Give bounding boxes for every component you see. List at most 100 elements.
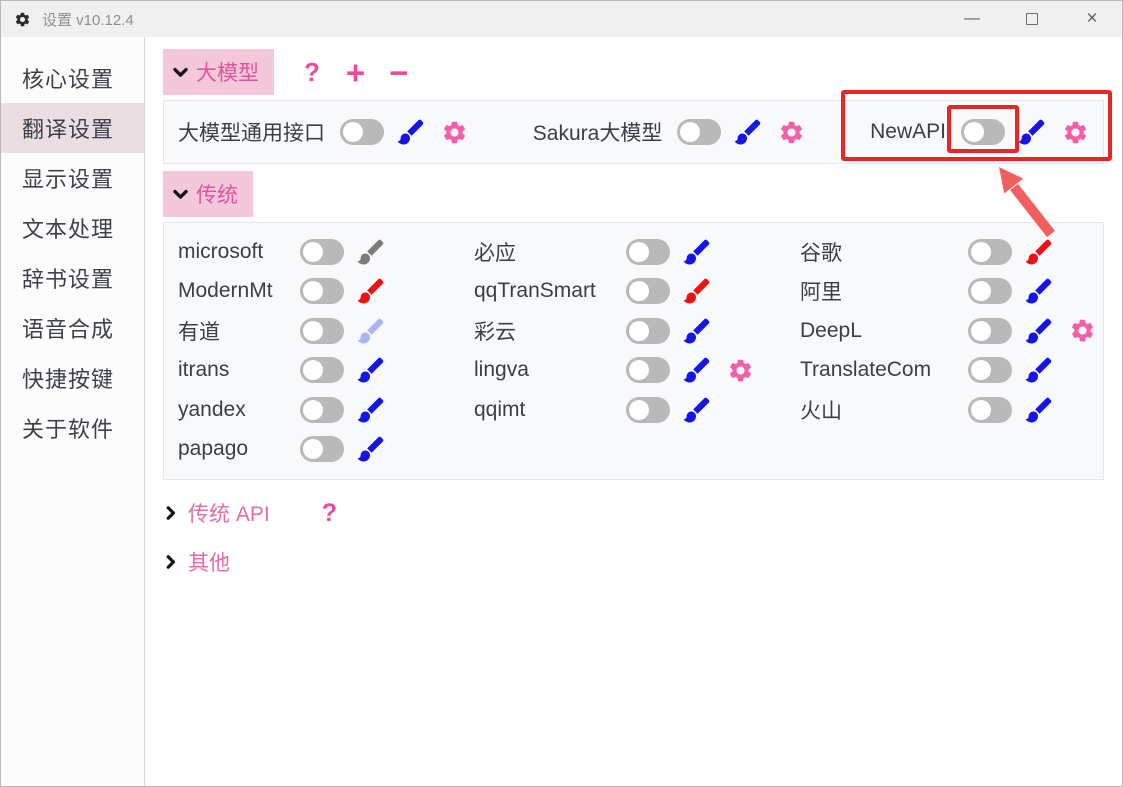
brush-icon[interactable] <box>682 395 712 425</box>
service-row-caiyun: 彩云 <box>474 311 800 351</box>
toggle-knob <box>629 321 649 341</box>
service-label: 必应 <box>474 237 626 267</box>
chevron-down-icon <box>172 64 189 81</box>
toggle-switch[interactable] <box>968 357 1012 383</box>
llm-add-icon[interactable]: + <box>346 56 365 89</box>
toggle-knob <box>303 321 323 341</box>
brush-icon[interactable] <box>1017 117 1047 147</box>
service-row-modernmt: ModernMt <box>178 272 474 312</box>
sidebar-item-display-settings[interactable]: 显示设置 <box>1 153 144 203</box>
service-row-yandex: yandex <box>178 390 474 430</box>
traditional-column-1: microsoft ModernMt 有道 <box>178 232 474 469</box>
newapi-toggle-switch[interactable] <box>961 119 1005 145</box>
service-label: papago <box>178 437 300 461</box>
maximize-button[interactable] <box>1002 1 1062 37</box>
brush-icon[interactable] <box>1024 316 1054 346</box>
service-label: qqimt <box>474 398 626 422</box>
toggle-switch[interactable] <box>300 357 344 383</box>
traditional-api-section-label: 传统 API <box>188 498 270 528</box>
brush-icon[interactable] <box>356 237 386 267</box>
settings-window: 设置 v10.12.4 — × 核心设置 翻译设置 显示设置 文本处理 辞书设置… <box>0 0 1123 787</box>
toggle-switch[interactable] <box>300 397 344 423</box>
window-title: 设置 v10.12.4 <box>42 9 134 30</box>
service-label: TranslateCom <box>800 358 968 382</box>
brush-icon[interactable] <box>1024 276 1054 306</box>
service-label: itrans <box>178 358 300 382</box>
service-label: 谷歌 <box>800 237 968 267</box>
brush-icon[interactable] <box>682 316 712 346</box>
traditional-section-label: 传统 <box>196 179 238 209</box>
toggle-knob <box>303 400 323 420</box>
toggle-switch[interactable] <box>968 239 1012 265</box>
brush-icon[interactable] <box>356 355 386 385</box>
toggle-switch[interactable] <box>968 318 1012 344</box>
gear-icon[interactable] <box>727 357 754 384</box>
gear-icon[interactable] <box>1062 119 1089 146</box>
brush-icon[interactable] <box>682 237 712 267</box>
llm-help-icon[interactable]: ? <box>304 59 320 85</box>
service-label: 彩云 <box>474 316 626 346</box>
brush-icon[interactable] <box>682 276 712 306</box>
llm-remove-icon[interactable]: − <box>389 56 408 89</box>
gear-icon[interactable] <box>778 119 805 146</box>
minimize-button[interactable]: — <box>942 1 1002 37</box>
traditional-api-help-icon[interactable]: ? <box>322 499 337 528</box>
sidebar-item-core-settings[interactable]: 核心设置 <box>1 53 144 103</box>
toggle-knob <box>303 439 323 459</box>
sidebar-item-tts[interactable]: 语音合成 <box>1 303 144 353</box>
service-row-qqimt: qqimt <box>474 390 800 430</box>
service-row-qqtransmart: qqTranSmart <box>474 272 800 312</box>
toggle-switch[interactable] <box>677 119 721 145</box>
sidebar-item-text-processing[interactable]: 文本处理 <box>1 203 144 253</box>
service-row-deepl: DeepL <box>800 311 1103 351</box>
brush-icon[interactable] <box>682 355 712 385</box>
toggle-switch[interactable] <box>626 397 670 423</box>
traditional-section-toggle[interactable]: 传统 <box>163 171 253 217</box>
gear-icon[interactable] <box>441 119 468 146</box>
toggle-switch[interactable] <box>300 436 344 462</box>
llm-section-toggle[interactable]: 大模型 <box>163 49 274 95</box>
sidebar-item-hotkeys[interactable]: 快捷按键 <box>1 353 144 403</box>
toggle-switch[interactable] <box>626 239 670 265</box>
brush-icon[interactable] <box>1024 355 1054 385</box>
other-section-toggle[interactable]: 其他 <box>163 546 1104 578</box>
toggle-switch[interactable] <box>300 278 344 304</box>
brush-icon[interactable] <box>356 395 386 425</box>
brush-icon[interactable] <box>356 434 386 464</box>
gear-icon[interactable] <box>1069 317 1096 344</box>
toggle-switch[interactable] <box>300 239 344 265</box>
service-row-huoshan: 火山 <box>800 390 1103 430</box>
toggle-knob <box>971 360 991 380</box>
toggle-knob <box>303 360 323 380</box>
toggle-switch[interactable] <box>968 278 1012 304</box>
close-button[interactable]: × <box>1062 1 1122 37</box>
traditional-panel: microsoft ModernMt 有道 <box>163 222 1104 480</box>
service-label: 火山 <box>800 395 968 425</box>
brush-icon[interactable] <box>733 117 763 147</box>
llm-section-label: 大模型 <box>196 57 259 87</box>
toggle-switch[interactable] <box>626 278 670 304</box>
brush-icon[interactable] <box>356 316 386 346</box>
toggle-switch[interactable] <box>626 357 670 383</box>
brush-icon[interactable] <box>1024 395 1054 425</box>
brush-icon[interactable] <box>1024 237 1054 267</box>
llm-panel: 大模型通用接口 Sakura大模型 NewAPI <box>163 100 1104 164</box>
service-label: ModernMt <box>178 279 300 303</box>
sidebar-item-about[interactable]: 关于软件 <box>1 403 144 453</box>
sidebar: 核心设置 翻译设置 显示设置 文本处理 辞书设置 语音合成 快捷按键 关于软件 <box>1 37 145 787</box>
sidebar-item-dictionary-settings[interactable]: 辞书设置 <box>1 253 144 303</box>
toggle-switch[interactable] <box>340 119 384 145</box>
toggle-switch[interactable] <box>300 318 344 344</box>
traditional-api-section-toggle[interactable]: 传统 API ? <box>163 497 1104 529</box>
service-row-sakura: Sakura大模型 <box>533 117 806 147</box>
toggle-knob <box>971 321 991 341</box>
service-row-ali: 阿里 <box>800 272 1103 312</box>
service-row-lingva: lingva <box>474 351 800 391</box>
sidebar-item-translation-settings[interactable]: 翻译设置 <box>1 103 144 153</box>
app-gear-icon <box>14 11 31 28</box>
brush-icon[interactable] <box>396 117 426 147</box>
toggle-switch[interactable] <box>968 397 1012 423</box>
brush-icon[interactable] <box>356 276 386 306</box>
service-label: 阿里 <box>800 276 968 306</box>
toggle-switch[interactable] <box>626 318 670 344</box>
